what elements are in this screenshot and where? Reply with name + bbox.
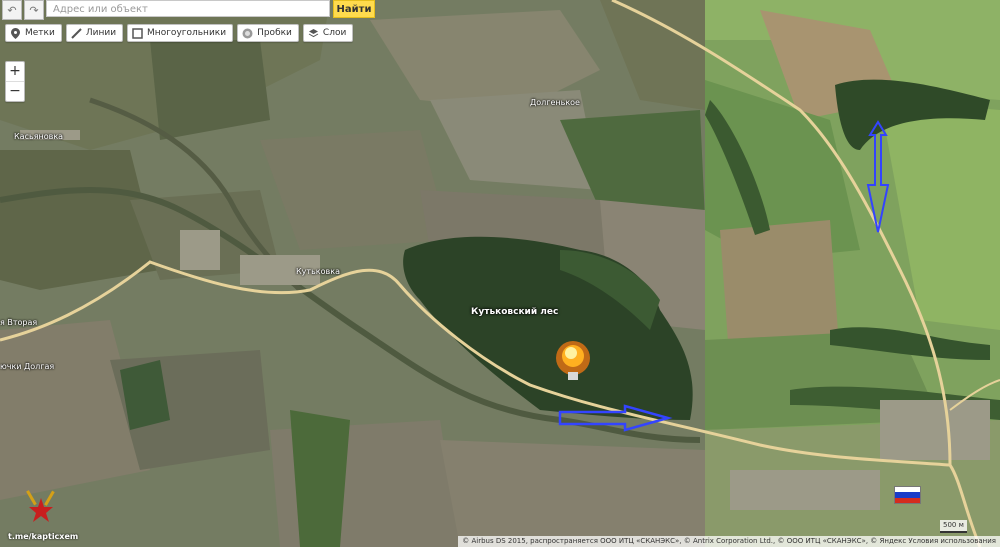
line-button[interactable]: Линии — [65, 24, 124, 42]
satellite-map[interactable] — [0, 0, 1000, 547]
line-icon — [71, 27, 82, 39]
place-label: Кутьковка — [296, 267, 340, 276]
layers-button[interactable]: Слои — [302, 24, 354, 42]
search-input[interactable]: Адрес или объект — [46, 0, 330, 17]
scale-bar: 500 м — [940, 520, 967, 533]
forest-label: Кутьковский лес — [471, 307, 559, 317]
map-toolbar: ↶ ↷ — [0, 0, 44, 20]
polygon-button[interactable]: Многоугольники — [127, 24, 234, 42]
traffic-button[interactable]: Пробки — [237, 24, 299, 42]
placemark-label: Метки — [25, 28, 55, 38]
copyright-text[interactable]: © Airbus DS 2015, распространяется ООО И… — [458, 536, 1000, 547]
hammer-sickle-star-icon — [24, 488, 58, 528]
place-label: Касьяновка — [14, 132, 64, 141]
place-label: Долгенькое — [530, 98, 580, 107]
back-arrow-icon[interactable]: ↶ — [2, 0, 22, 20]
line-label: Линии — [85, 28, 117, 38]
zoom-in-button[interactable]: + — [6, 62, 24, 81]
place-label: я Вторая — [0, 318, 38, 327]
polygon-icon — [132, 27, 143, 39]
traffic-icon — [242, 28, 253, 39]
traffic-label: Пробки — [257, 28, 292, 38]
layers-label: Слои — [322, 28, 347, 38]
zoom-out-button[interactable]: − — [6, 81, 24, 101]
map-tools: Метки Линии Многоугольники Пробки Слои — [5, 24, 354, 42]
forward-arrow-icon[interactable]: ↷ — [24, 0, 44, 20]
watermark-text: t.me/kapticxem — [8, 532, 79, 541]
layers-icon — [308, 28, 319, 39]
placemark-button[interactable]: Метки — [5, 24, 62, 42]
search-button[interactable]: Найти — [333, 0, 375, 18]
place-label: ючки Долгая — [0, 362, 55, 371]
zoom-control: + − — [5, 61, 25, 102]
polygon-label: Многоугольники — [147, 28, 227, 38]
placemark-icon — [10, 27, 21, 39]
russia-flag-icon — [894, 486, 921, 504]
